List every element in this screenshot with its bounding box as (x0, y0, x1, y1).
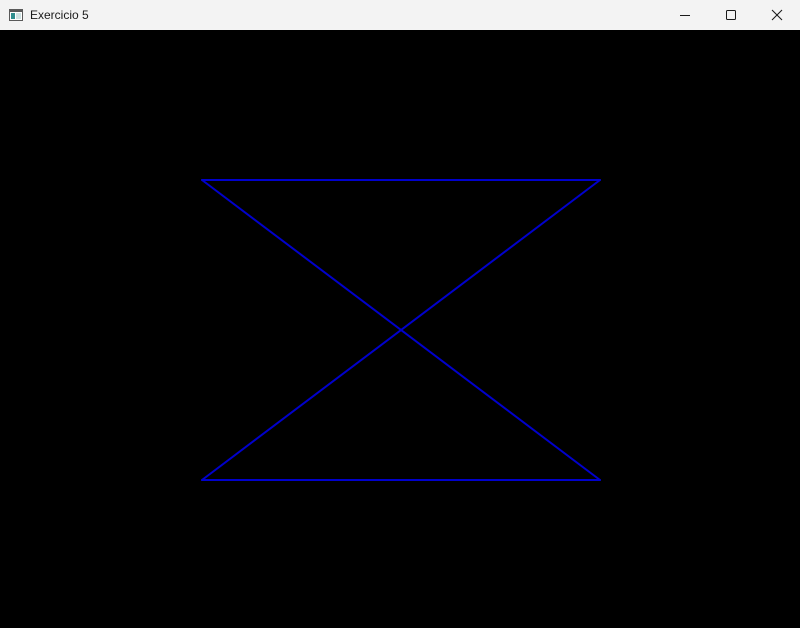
close-button[interactable] (754, 0, 800, 30)
app-icon (8, 7, 24, 23)
drawing-canvas[interactable] (0, 30, 800, 628)
minimize-icon (680, 15, 690, 16)
title-bar[interactable]: Exercicio 5 (0, 0, 800, 30)
maximize-icon (726, 10, 736, 20)
minimize-button[interactable] (662, 0, 708, 30)
app-window: Exercicio 5 (0, 0, 800, 628)
maximize-button[interactable] (708, 0, 754, 30)
close-icon (771, 9, 783, 21)
window-title: Exercicio 5 (30, 8, 89, 22)
hourglass-drawing (201, 179, 601, 481)
